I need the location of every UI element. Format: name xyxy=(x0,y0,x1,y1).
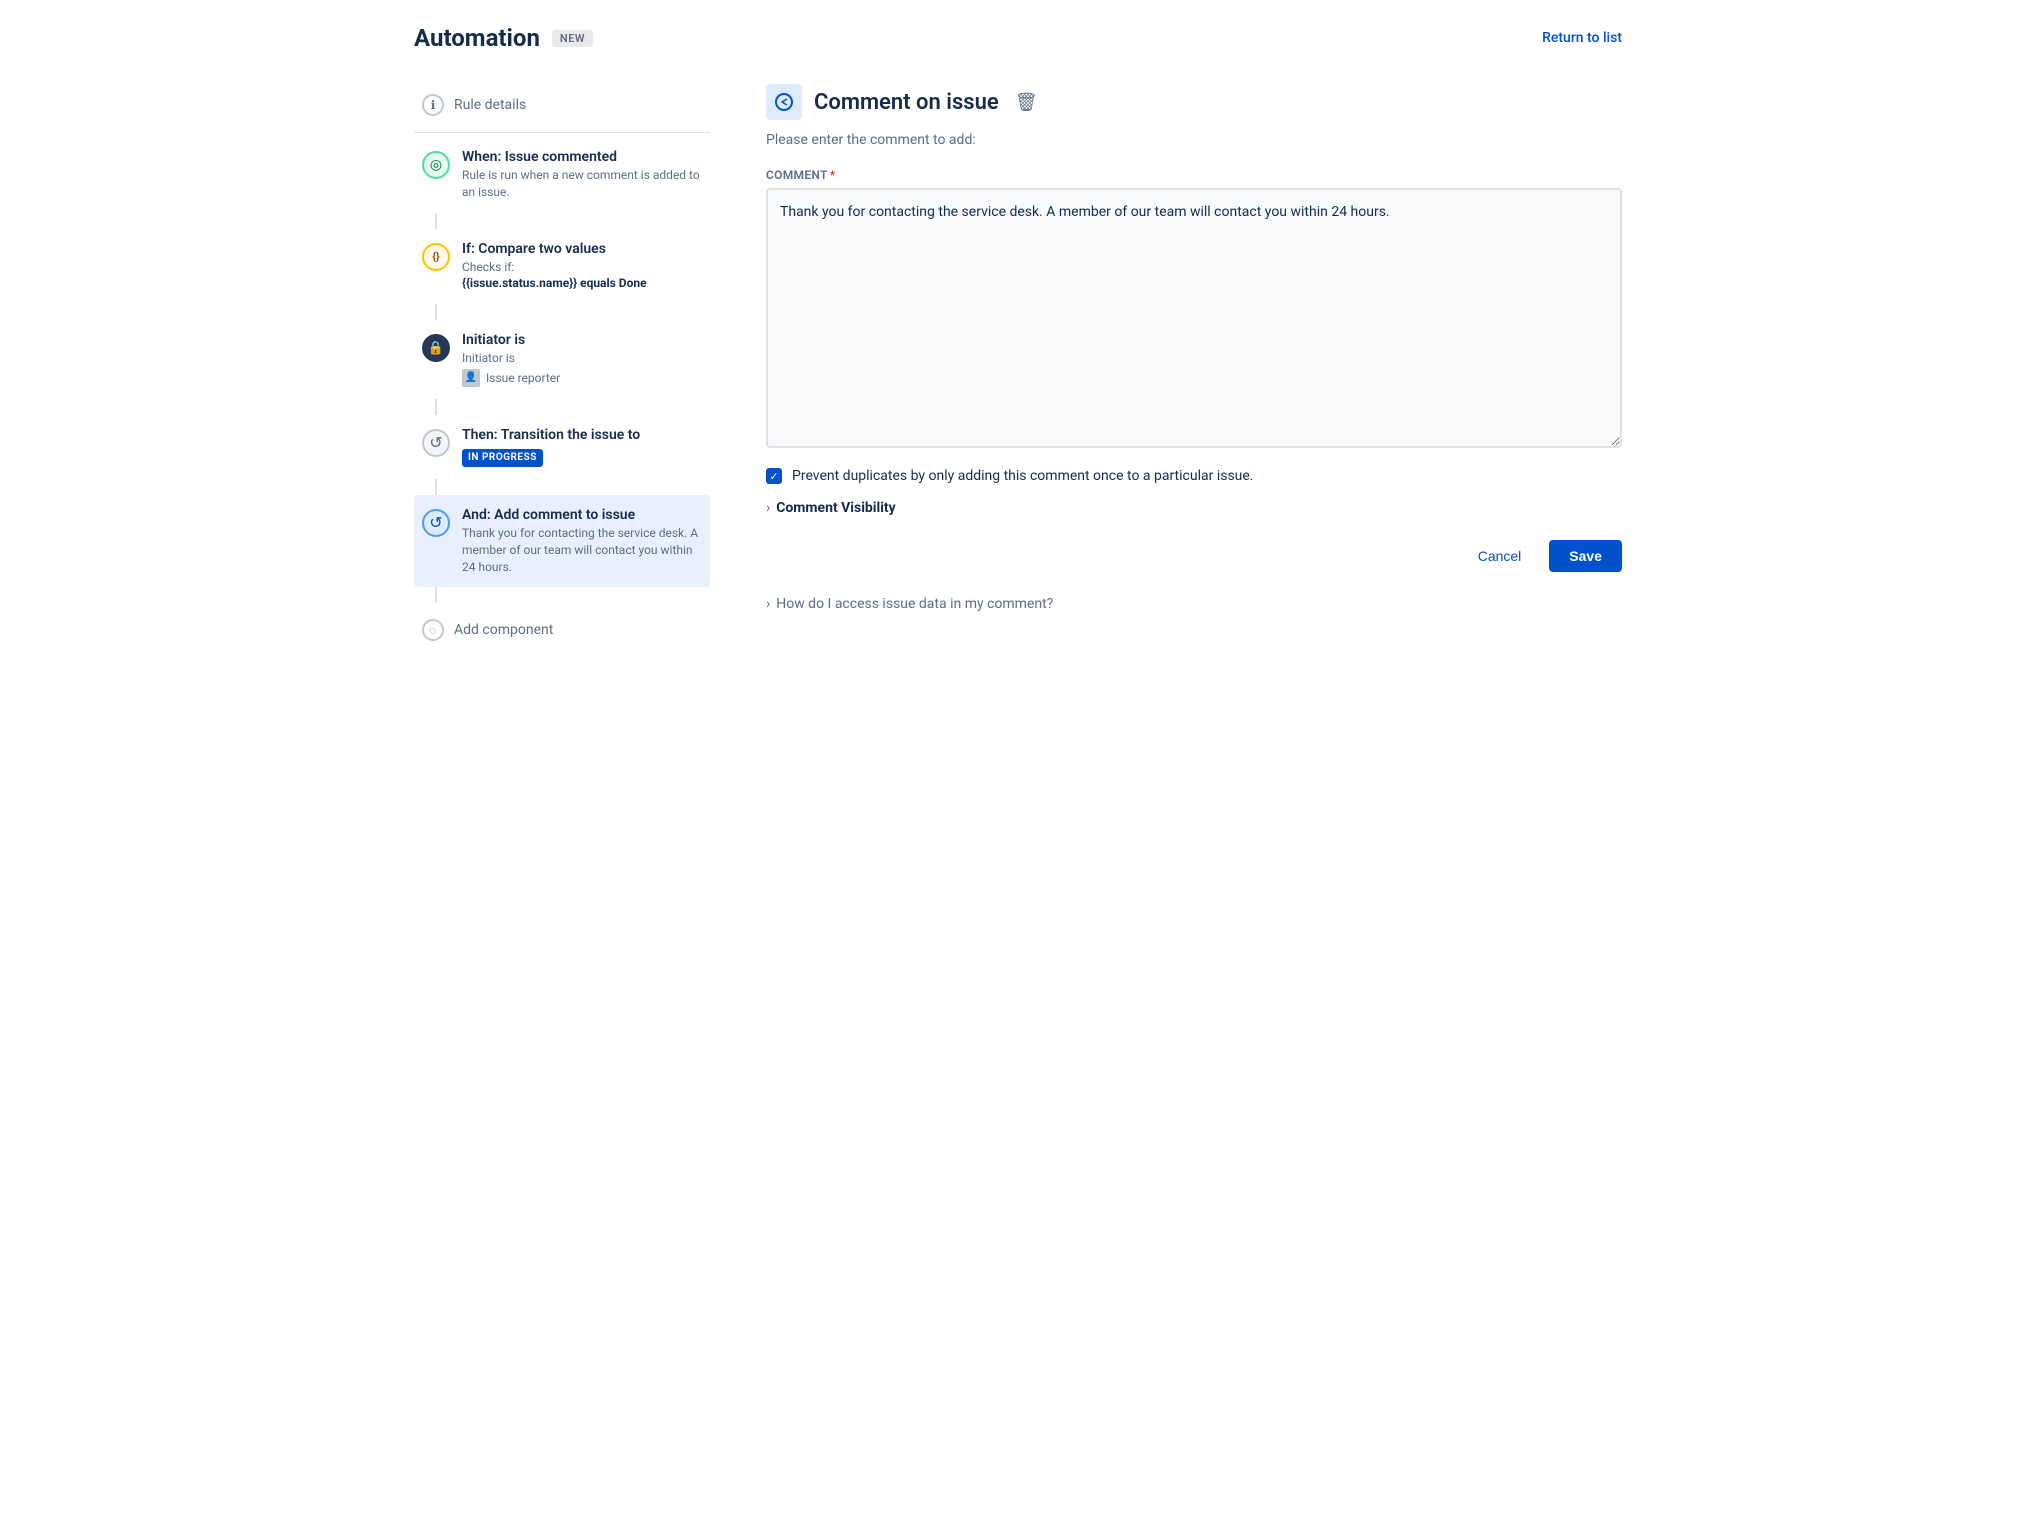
when-description: Rule is run when a new comment is added … xyxy=(462,167,702,201)
in-progress-badge: IN PROGRESS xyxy=(462,449,543,467)
and-description: Thank you for contacting the service des… xyxy=(462,525,702,575)
then-content: Then: Transition the issue to IN PROGRES… xyxy=(462,427,702,467)
connector-4 xyxy=(435,479,437,495)
rule-details-label: Rule details xyxy=(454,97,526,113)
main-content: ℹ Rule details ◎ When: Issue commented R… xyxy=(414,84,1622,1494)
help-row[interactable]: › How do I access issue data in my comme… xyxy=(766,596,1622,612)
required-star: * xyxy=(830,168,836,182)
add-component-button[interactable]: ○ Add component xyxy=(414,603,710,657)
sidebar-item-and[interactable]: ↺ And: Add comment to issue Thank you fo… xyxy=(414,495,710,587)
sidebar-item-then[interactable]: ↺ Then: Transition the issue to IN PROGR… xyxy=(414,415,710,479)
add-component-label: Add component xyxy=(454,622,553,638)
if-title: If: Compare two values xyxy=(462,241,702,257)
then-title: Then: Transition the issue to xyxy=(462,427,702,443)
comment-label: Comment * xyxy=(766,168,1622,182)
app-header: Automation NEW Return to list xyxy=(414,24,1622,52)
prevent-duplicates-checkbox[interactable]: ✓ xyxy=(766,468,782,484)
if-content: If: Compare two values Checks if: {{issu… xyxy=(462,241,702,293)
issue-reporter-label: Issue reporter xyxy=(486,370,560,387)
save-button[interactable]: Save xyxy=(1549,540,1622,572)
connector-3 xyxy=(435,399,437,415)
initiator-description: Initiator is 👤 Issue reporter xyxy=(462,350,702,387)
help-label: How do I access issue data in my comment… xyxy=(776,596,1053,612)
issue-reporter-row: 👤 Issue reporter xyxy=(462,369,702,387)
visibility-label: Comment Visibility xyxy=(776,500,895,516)
sidebar: ℹ Rule details ◎ When: Issue commented R… xyxy=(414,84,734,1494)
add-component-icon: ○ xyxy=(422,619,444,641)
header-left: Automation NEW xyxy=(414,24,593,52)
comment-form: Comment * xyxy=(766,168,1622,452)
initiator-content: Initiator is Initiator is 👤 Issue report… xyxy=(462,332,702,387)
comment-visibility-row[interactable]: › Comment Visibility xyxy=(766,500,1622,516)
initiator-title: Initiator is xyxy=(462,332,702,348)
action-buttons: Cancel Save xyxy=(766,540,1622,572)
sidebar-item-rule-details[interactable]: ℹ Rule details xyxy=(414,84,710,133)
right-panel: Comment on issue 🗑 Please enter the comm… xyxy=(734,84,1622,1494)
then-description: IN PROGRESS xyxy=(462,445,702,467)
action-title: Comment on issue xyxy=(814,90,999,115)
new-badge: NEW xyxy=(552,30,593,47)
info-icon: ℹ xyxy=(422,94,444,116)
prevent-duplicates-row[interactable]: ✓ Prevent duplicates by only adding this… xyxy=(766,468,1622,484)
when-icon: ◎ xyxy=(422,151,450,179)
sidebar-item-if[interactable]: {} If: Compare two values Checks if: {{i… xyxy=(414,229,710,305)
then-icon: ↺ xyxy=(422,429,450,457)
if-icon: {} xyxy=(422,243,450,271)
action-header: Comment on issue 🗑 xyxy=(766,84,1622,120)
chevron-right-icon: › xyxy=(766,500,770,516)
prevent-duplicates-label: Prevent duplicates by only adding this c… xyxy=(792,468,1254,484)
connector-1 xyxy=(435,213,437,229)
when-content: When: Issue commented Rule is run when a… xyxy=(462,149,702,201)
action-subtitle: Please enter the comment to add: xyxy=(766,132,1622,148)
connector-2 xyxy=(435,304,437,320)
delete-icon[interactable]: 🗑 xyxy=(1015,92,1038,113)
and-title: And: Add comment to issue xyxy=(462,507,702,523)
help-chevron-icon: › xyxy=(766,596,770,612)
sidebar-item-when[interactable]: ◎ When: Issue commented Rule is run when… xyxy=(414,137,710,213)
and-icon: ↺ xyxy=(422,509,450,537)
when-title: When: Issue commented xyxy=(462,149,702,165)
return-to-list-link[interactable]: Return to list xyxy=(1542,30,1622,46)
comment-textarea[interactable] xyxy=(766,188,1622,448)
connector-5 xyxy=(435,587,437,603)
cancel-button[interactable]: Cancel xyxy=(1462,540,1538,572)
initiator-icon: 🔒 xyxy=(422,334,450,362)
action-icon xyxy=(766,84,802,120)
app-title: Automation xyxy=(414,24,540,52)
issue-reporter-avatar: 👤 xyxy=(462,369,480,387)
sidebar-item-initiator[interactable]: 🔒 Initiator is Initiator is 👤 Issue repo… xyxy=(414,320,710,399)
if-description: Checks if: {{issue.status.name}} equals … xyxy=(462,259,702,293)
and-content: And: Add comment to issue Thank you for … xyxy=(462,507,702,575)
